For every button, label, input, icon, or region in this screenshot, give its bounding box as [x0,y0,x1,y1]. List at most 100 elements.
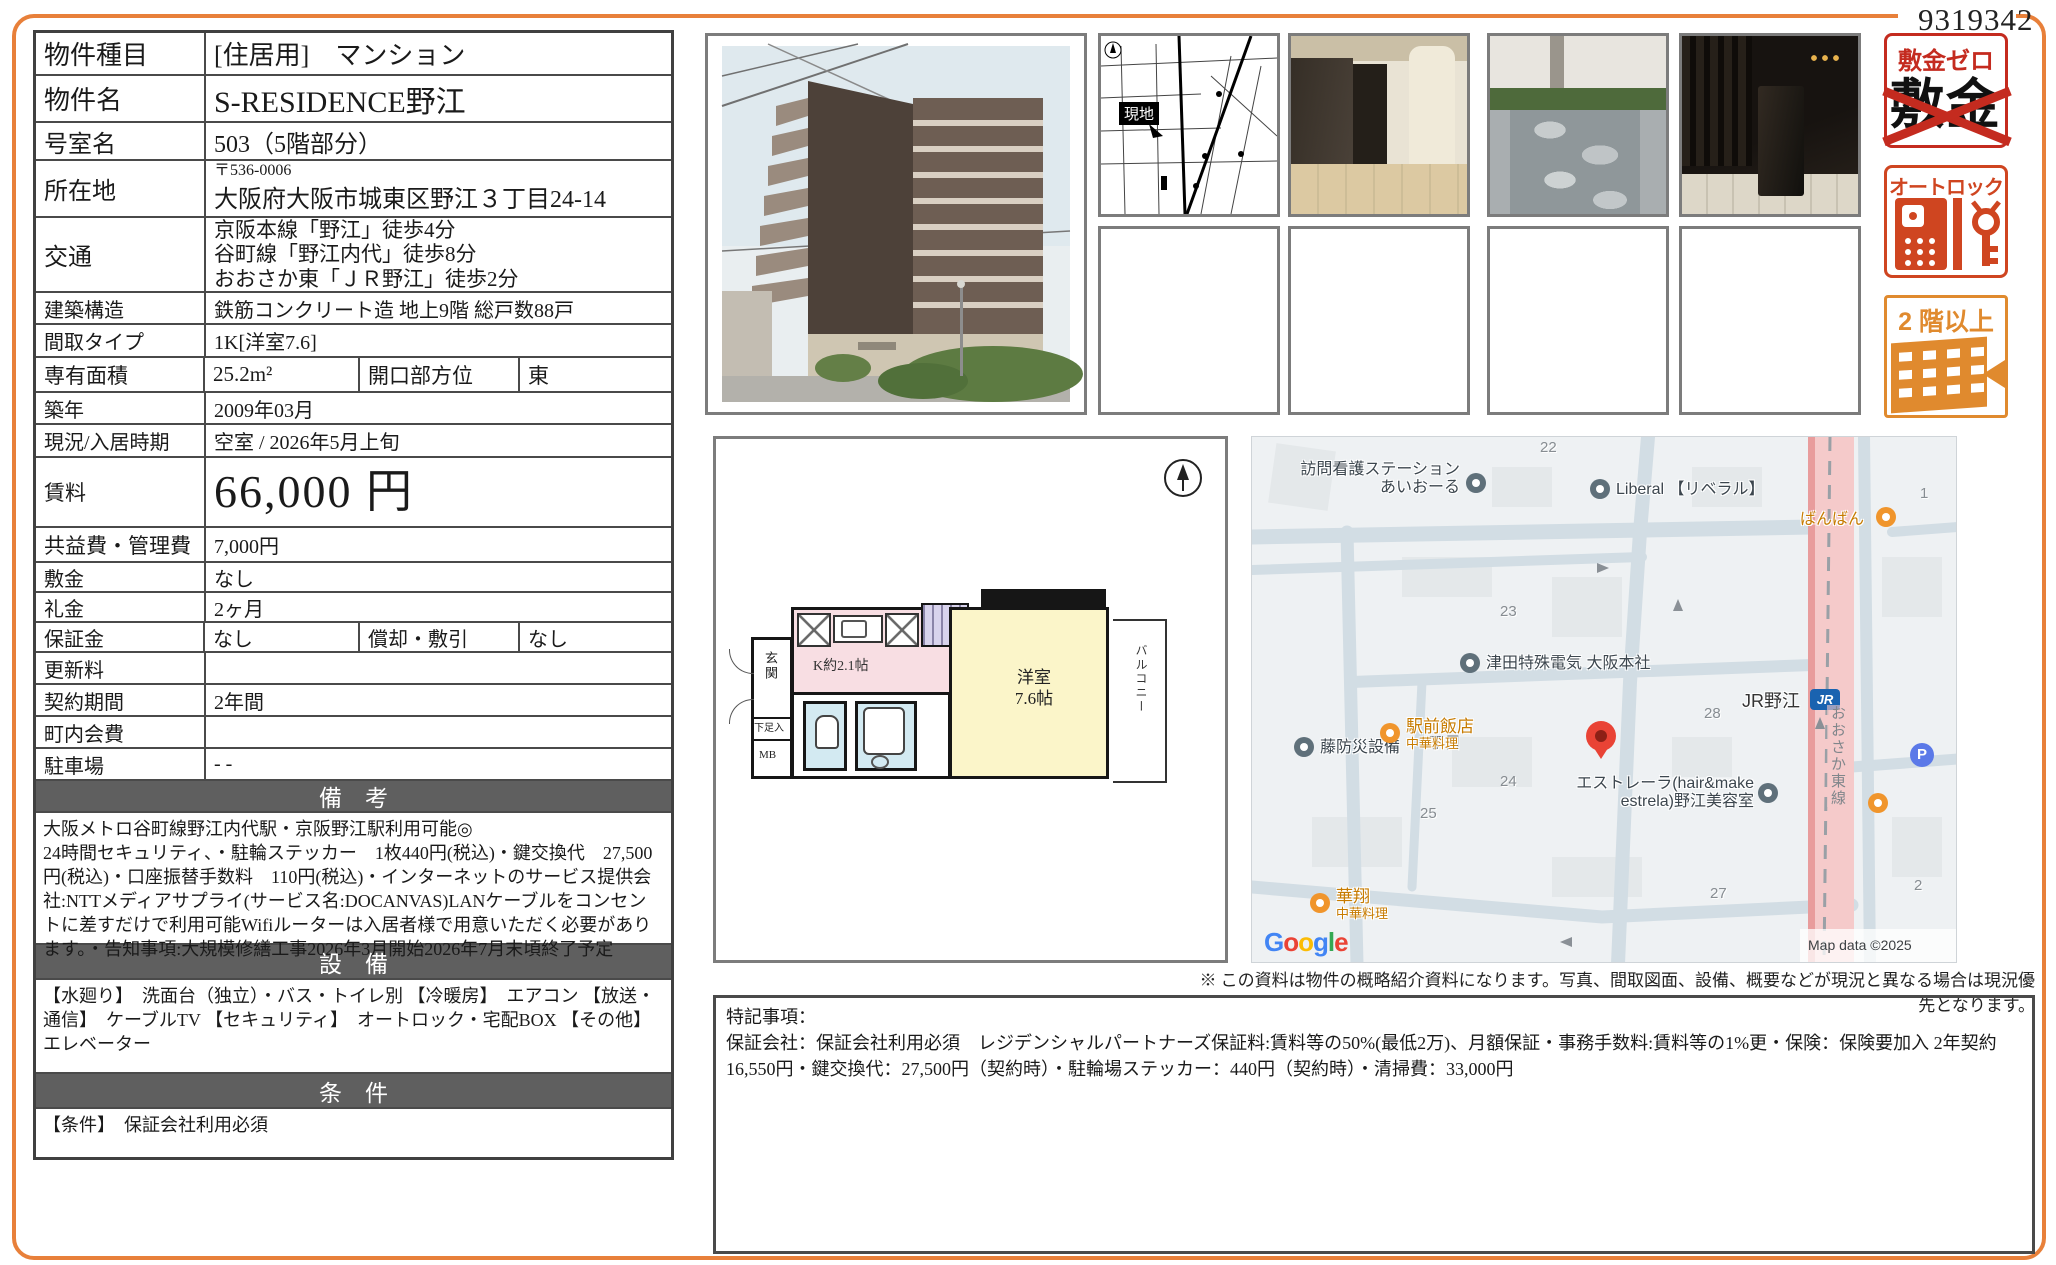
table-row: 建築構造鉄筋コンクリート造 地上9階 総戸数88戸 [36,293,671,325]
table-row: 契約期間2年間 [36,685,671,717]
parking-icon[interactable]: P [1910,743,1934,767]
photo-marble-wall [1679,33,1861,217]
block-number: 25 [1420,805,1437,822]
poi-pin-cafe[interactable] [1868,793,1888,813]
poi-label[interactable]: ばんばん [1800,511,1864,529]
door-frame-bar [1953,198,1962,270]
table-row: 更新料 [36,653,671,685]
access-cell: 京阪本線「野江」徒歩4分 谷町線「野江内代」徒歩8分 おおさか東「ＪＲ野江」徒歩… [206,218,671,291]
poi-pin-restaurant[interactable] [1380,723,1400,743]
poi-label-line: エストレーラ(hair&make [1542,775,1754,793]
row-value: - - [206,749,671,779]
google-letter: G [1264,927,1283,957]
row-value: 2ヶ月 [206,593,671,621]
poi-pin[interactable] [1460,653,1480,673]
badge-no-deposit-title: 敷金ゼロ [1887,41,2005,76]
western-room-label: 洋室 7.6帖 [999,667,1069,710]
kitchen-label: K約2.1帖 [813,655,869,675]
row-label: 保証金 [36,623,205,651]
row-value: 7,000円 [206,528,671,561]
poi-pin[interactable] [1294,737,1314,757]
table-row: 町内会費 [36,717,671,749]
row-label: 契約期間 [36,685,206,715]
poi-pin[interactable] [1590,479,1610,499]
poi-label[interactable]: エストレーラ(hair&make estrela)野江美容室 [1542,775,1754,812]
row-value: 東 [520,358,671,391]
google-map[interactable]: 22 23 28 24 25 27 1 2 3丁目 訪問看護ステーション あいお… [1251,436,1957,963]
room-label-line: 洋室 [999,667,1069,688]
remarks-text: 大阪メトロ谷町線野江内代駅・京阪野江駅利用可能◎ 24時間セキュリティ、・駐輪ス… [36,813,671,945]
room-label-line: 7.6帖 [999,688,1069,709]
row-label: 償却・敷引 [358,623,520,651]
poi-label-line: 駅前飯店 [1406,717,1474,737]
photo-entrance-lobby [1288,33,1470,217]
poi-label[interactable]: Liberal 【リベラル】 [1616,481,1764,499]
row-value: 鉄筋コンクリート造 地上9階 総戸数88戸 [206,293,671,323]
remarks-header: 備 考 [36,781,671,813]
walkway-wall [1490,36,1666,96]
destination-marker[interactable] [1586,721,1616,751]
access-line: 谷町線「野江内代」徒歩8分 [214,242,663,266]
block-number: 22 [1540,439,1557,456]
table-row: 築年2009年03月 [36,393,671,425]
poi-pin[interactable] [1758,783,1778,803]
poi-label-line: 訪問看護ステーション [1260,461,1460,479]
property-name: S-RESIDENCE野江 [206,76,671,121]
google-letter: o [1298,927,1313,957]
poi-label[interactable]: 津田特殊電気 大阪本社 [1486,655,1650,673]
address: 大阪府大阪市城東区野江３丁目24-14 [214,179,663,214]
stove-icon [797,613,831,647]
row-label: 物件種目 [36,33,206,74]
poi-label[interactable]: 華翔 中華料理 [1336,887,1388,921]
poi-pin-restaurant[interactable] [1310,893,1330,913]
crossed-deposit-text: 敷金 [1887,76,2005,135]
building-exterior-art [708,36,1084,412]
row-label: 築年 [36,393,206,423]
special-notes-body: 保証会社：保証会社利用必須 レジデンシャルパートナーズ保証料:賃料等の50%(最… [726,1030,2022,1082]
table-row: 所在地 〒536-0006大阪府大阪市城東区野江３丁目24-14 [36,161,671,218]
block-number: 27 [1710,885,1727,902]
marble-slats [1682,36,1752,166]
block-number: 24 [1500,773,1517,790]
photo-placeholder-empty [1098,226,1280,415]
poi-label[interactable]: 訪問看護ステーション あいおーる [1260,461,1460,498]
poi-label[interactable]: 駅前飯店 中華料理 [1406,717,1474,751]
row-label: 町内会費 [36,717,206,747]
equipment-text: 【水廻り】 洗面台（独立）・バス・トイレ別 【冷暖房】 エアコン 【放送・通信】… [36,980,671,1074]
conditions-text: 【条件】 保証会社利用必須 [36,1109,671,1157]
row-label: 現況/入居時期 [36,425,206,456]
badge-auto-lock: オートロック [1884,165,2008,278]
photo-building-exterior [705,33,1087,415]
poi-label-line: 中華料理 [1336,907,1388,922]
intercom-icon [1895,198,1947,270]
row-value: 2009年03月 [206,393,671,423]
row-label: 賃料 [36,458,206,526]
door-swing-arc [729,699,754,724]
floorplan-panel: 玄関 下足入 MB K約2.1帖 洋室 7.6帖 バルコニー [713,436,1228,963]
divider [752,739,792,741]
block-number: 23 [1500,603,1517,620]
lobby-floor [1291,164,1467,214]
row-value: なし [206,563,671,591]
station-label[interactable]: JR野江 [1742,691,1800,712]
photo-site-sketch-map: 現地 [1098,33,1280,217]
lobby-door [1353,64,1387,164]
photo-placeholder-empty [1487,226,1669,415]
poi-pin[interactable] [1466,473,1486,493]
compass-tail [1182,479,1184,491]
property-table: 物件種目[住居用] マンション 物件名S-RESIDENCE野江 号室名503（… [33,30,674,1160]
table-row: 駐車場- - [36,749,671,781]
row-value: [住居用] マンション [206,33,671,74]
lobby-pillar [1409,46,1455,176]
row-label: 更新料 [36,653,206,683]
row-value [206,653,671,683]
table-row: 敷金なし [36,563,671,593]
balcony-label: バルコニー [1133,644,1150,714]
special-notes-title: 特記事項： [726,1004,2022,1030]
map-attribution: Map data ©2025 [1808,937,1912,953]
row-label: 専有面積 [36,358,205,391]
photo-stone-walkway [1487,33,1669,217]
poi-pin-cafe[interactable] [1876,507,1896,527]
rail-line-label: おおさか東線 [1827,705,1848,807]
poi-label-line: 中華料理 [1406,737,1474,752]
